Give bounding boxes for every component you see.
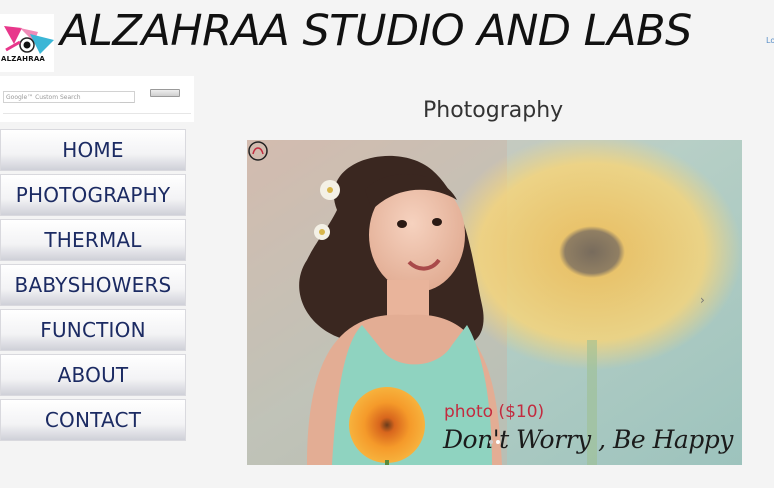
slide-dot-2[interactable] bbox=[496, 440, 500, 444]
page-heading: Photography bbox=[423, 98, 564, 123]
search-divider bbox=[3, 113, 191, 114]
search-box: Google™ Custom Search bbox=[0, 76, 194, 122]
nav-item-about[interactable]: ABOUT bbox=[0, 354, 186, 396]
nav-item-photography[interactable]: PHOTOGRAPHY bbox=[0, 174, 186, 216]
slideshow[interactable]: photo ($10) Don't Worry , Be Happy › bbox=[247, 140, 742, 465]
nav-item-babyshowers[interactable]: BABYSHOWERS bbox=[0, 264, 186, 306]
nav-item-home[interactable]: HOME bbox=[0, 129, 186, 171]
search-input[interactable]: Google™ Custom Search bbox=[3, 91, 135, 103]
photographer-watermark-icon bbox=[248, 141, 268, 161]
login-link[interactable]: Lo bbox=[766, 36, 774, 45]
logo-text: ALZAHRAA bbox=[1, 55, 46, 63]
slide-indicators bbox=[489, 429, 503, 448]
search-input-underline bbox=[120, 102, 134, 103]
logo-graphic bbox=[4, 26, 54, 54]
nav-item-thermal[interactable]: THERMAL bbox=[0, 219, 186, 261]
slide-caption: photo ($10) bbox=[444, 402, 545, 422]
nav-item-contact[interactable]: CONTACT bbox=[0, 399, 186, 441]
search-button[interactable] bbox=[150, 89, 180, 97]
site-logo[interactable]: ALZAHRAA bbox=[0, 14, 54, 72]
chevron-right-icon[interactable]: › bbox=[700, 293, 705, 307]
site-title[interactable]: ALZAHRAA STUDIO AND LABS bbox=[60, 6, 692, 56]
slide-slogan: Don't Worry , Be Happy bbox=[443, 425, 733, 454]
slide-dot-1[interactable] bbox=[489, 440, 493, 444]
nav-item-function[interactable]: FUNCTION bbox=[0, 309, 186, 351]
main-nav: HOME PHOTOGRAPHY THERMAL BABYSHOWERS FUN… bbox=[0, 129, 188, 444]
